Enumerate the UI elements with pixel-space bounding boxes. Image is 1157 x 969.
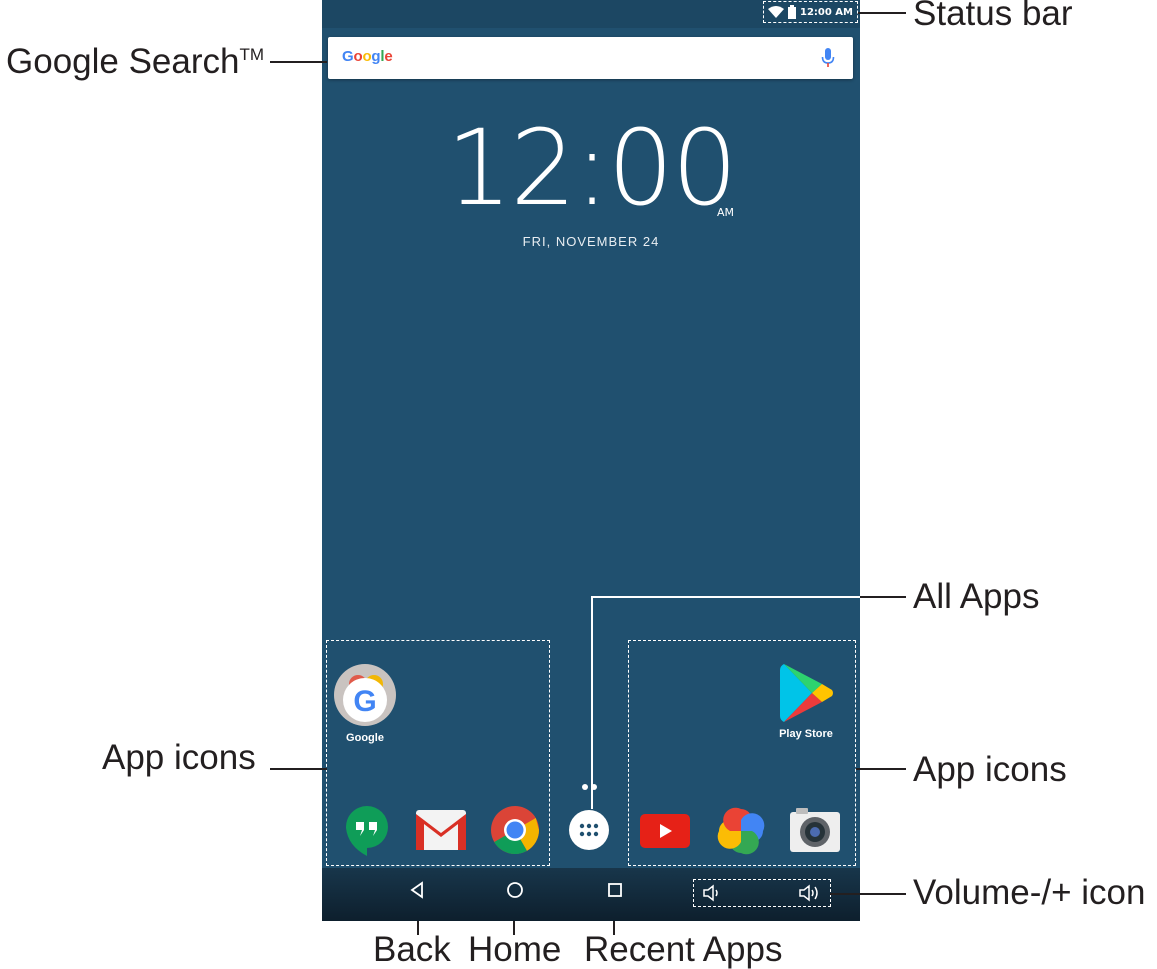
google-app[interactable]: G Google — [332, 662, 398, 744]
google-logo-letter: e — [384, 48, 393, 65]
status-bar-leader-line — [858, 12, 906, 14]
all-apps-leader-outside — [860, 596, 906, 598]
page-dot — [582, 784, 588, 790]
all-apps-leader-horizontal — [591, 596, 906, 598]
all-apps-leader-vertical — [591, 596, 593, 809]
battery-icon — [787, 5, 796, 19]
google-search-callout: Google SearchTM — [6, 42, 265, 81]
photos-icon[interactable] — [716, 806, 766, 856]
app-icons-right-leader-line — [856, 768, 906, 770]
volume-down-icon[interactable] — [702, 884, 724, 902]
recent-apps-callout: Recent Apps — [584, 930, 783, 969]
back-callout: Back — [373, 930, 451, 969]
volume-up-icon[interactable] — [798, 884, 822, 902]
status-bar-callout: Status bar — [913, 0, 1073, 33]
google-folder-icon: G — [334, 664, 396, 726]
clock-widget[interactable]: 12:00 AM — [322, 116, 860, 220]
play-store-app[interactable]: Play Store — [778, 662, 834, 740]
navigation-bar — [322, 868, 860, 921]
status-time: 12:00 AM — [799, 6, 853, 18]
status-bar: 12:00 AM — [322, 0, 860, 28]
clock-time: 12:00 — [446, 107, 738, 229]
app-icons-right-callout: App icons — [913, 750, 1067, 789]
play-store-icon — [780, 664, 833, 722]
home-button[interactable] — [506, 881, 524, 899]
google-logo: Google — [342, 48, 393, 65]
hangouts-icon[interactable] — [344, 804, 390, 856]
app-icons-left-callout: App icons — [102, 738, 256, 777]
status-icons: 12:00 AM — [762, 1, 858, 23]
volume-controls — [693, 879, 831, 907]
volume-callout: Volume-/+ icon — [913, 873, 1146, 912]
google-search-leader-line — [270, 61, 327, 63]
google-logo-letter: G — [342, 48, 354, 65]
back-button[interactable] — [409, 881, 425, 899]
gmail-icon[interactable] — [416, 810, 466, 850]
chrome-icon[interactable] — [490, 805, 540, 855]
app-icons-left-leader-line — [270, 768, 327, 770]
home-callout: Home — [468, 930, 562, 969]
volume-leader-line — [830, 893, 906, 895]
microphone-icon[interactable] — [821, 47, 835, 69]
youtube-icon[interactable] — [640, 814, 690, 848]
svg-text:G: G — [353, 685, 376, 718]
recent-apps-button[interactable] — [607, 881, 623, 899]
camera-icon[interactable] — [790, 808, 840, 852]
clock-ampm: AM — [717, 206, 735, 219]
google-search-bar[interactable]: Google — [328, 37, 853, 79]
wifi-icon — [767, 6, 784, 18]
clock-date: FRI, NOVEMBER 24 — [522, 234, 660, 249]
play-store-app-label: Play Store — [779, 728, 833, 740]
all-apps-callout: All Apps — [913, 577, 1040, 616]
google-app-label: Google — [346, 732, 384, 744]
all-apps-button[interactable] — [568, 809, 610, 851]
page-indicator — [582, 784, 597, 790]
